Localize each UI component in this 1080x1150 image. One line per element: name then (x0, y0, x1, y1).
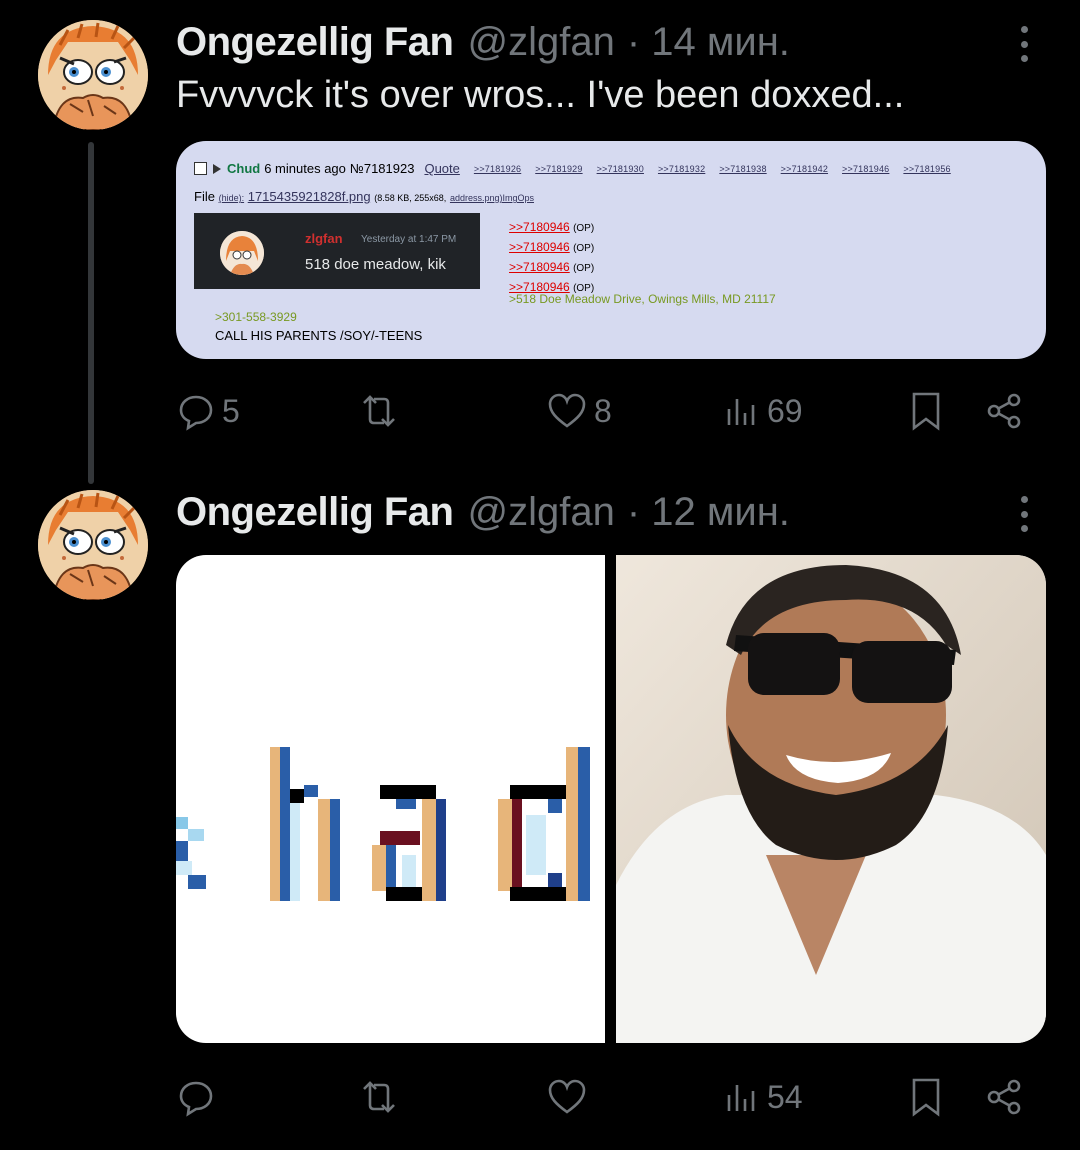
like-icon (548, 1079, 586, 1114)
post-menu-triangle-icon (213, 163, 221, 174)
post-checkbox (194, 162, 207, 175)
more-icon[interactable] (1010, 24, 1038, 64)
chan-file-links: address.png)ImgOps (449, 193, 534, 203)
chan-file-thumbnail: zlgfan Yesterday at 1:47 PM 518 doe mead… (194, 213, 480, 289)
chan-backlink: >>7181930 (596, 163, 644, 174)
thumbnail-message: 518 doe meadow, kik (305, 256, 446, 273)
repost-icon (363, 395, 395, 427)
bookmark-button[interactable] (906, 1072, 946, 1122)
like-button[interactable] (546, 1072, 594, 1122)
share-button[interactable] (984, 386, 1024, 436)
thumbnail-username: zlgfan (305, 231, 343, 246)
reply-button[interactable] (176, 1072, 222, 1122)
tweet-text: Fvvvvck it's over wros... I've been doxx… (176, 74, 905, 116)
avatar[interactable] (38, 490, 148, 600)
thumbnail-avatar (220, 231, 264, 275)
portrait-photo-image (616, 555, 1046, 1043)
author-handle[interactable]: @zlgfan (467, 20, 614, 65)
repost-button[interactable] (356, 386, 408, 436)
chan-backlink: >>7181932 (657, 163, 706, 174)
tweet-image-photo[interactable] (616, 555, 1046, 1043)
op-label: (OP) (573, 243, 595, 254)
tweet-header: Ongezellig Fan @zlgfan · 12 мин. (176, 490, 790, 540)
views-count: 54 (767, 1078, 803, 1115)
tweet-media-grid (176, 555, 1046, 1043)
chan-file-meta: (8.58 KB, 255x68, (374, 193, 447, 203)
reply-button[interactable]: 5 (176, 386, 240, 436)
chan-post-header: Chud 6 minutes ago №7181923 Quote >>7181… (194, 161, 951, 176)
chan-backlink: >>7181942 (780, 163, 829, 174)
chan-quote-ref: >>7180946 (509, 220, 570, 234)
reply-icon (179, 1081, 213, 1117)
share-icon (987, 393, 1021, 429)
tweet-image-pixel-text[interactable] (176, 555, 605, 1043)
tweet-header: Ongezellig Fan @zlgfan · 14 мин. (176, 20, 790, 70)
chan-backlink: >>7181956 (903, 163, 951, 174)
more-icon[interactable] (1010, 494, 1038, 534)
views-button[interactable]: 69 (721, 386, 803, 436)
views-icon (727, 399, 755, 425)
reply-count: 5 (222, 392, 240, 429)
tweet-timestamp[interactable]: · 14 мин. (627, 20, 790, 65)
avatar-cartoon-image (38, 20, 148, 130)
author-name[interactable]: Ongezellig Fan (176, 20, 454, 65)
chan-greentext-phone: >301-558-3929 (215, 310, 297, 324)
chan-post-time: 6 minutes ago (264, 161, 346, 176)
op-label: (OP) (573, 223, 595, 234)
tweet-actions: 54 (176, 1072, 1046, 1122)
share-icon (987, 1079, 1021, 1115)
chan-file-info: File (hide): 1715435921828f.png (8.58 KB… (194, 189, 534, 204)
chan-file-name: 1715435921828f.png (247, 189, 371, 204)
chan-post-number: №7181923 (349, 161, 415, 176)
reply-icon (179, 395, 213, 431)
chan-quote-link: Quote (424, 161, 460, 176)
chan-quote-ref: >>7180946 (509, 240, 570, 254)
thumbnail-time: Yesterday at 1:47 PM (361, 234, 457, 245)
author-name[interactable]: Ongezellig Fan (176, 490, 454, 535)
bookmark-button[interactable] (906, 386, 946, 436)
author-handle[interactable]: @zlgfan (467, 490, 614, 535)
chan-quote-ref: >>7180946 (509, 260, 570, 274)
chan-poster-name: Chud (227, 161, 261, 176)
like-icon (548, 393, 586, 428)
chan-backlink: >>7181929 (535, 163, 583, 174)
tweet-actions: 5 8 69 (176, 386, 1046, 436)
share-button[interactable] (984, 1072, 1024, 1122)
chan-backlink: >>7181938 (719, 163, 767, 174)
tweet-timestamp[interactable]: · 12 мин. (627, 490, 790, 535)
pixelated-text-image (176, 747, 590, 901)
chan-post-body: CALL HIS PARENTS /SOY/-TEENS (215, 328, 423, 343)
like-count: 8 (594, 392, 612, 429)
avatar[interactable] (38, 20, 148, 130)
chan-file-label: File (194, 189, 215, 204)
repost-icon (363, 1081, 395, 1113)
chan-backlink: >>7181946 (842, 163, 890, 174)
repost-button[interactable] (356, 1072, 408, 1122)
chan-quote-list: >>7180946 (OP) >>7180946 (OP) >>7180946 … (509, 218, 594, 298)
views-count: 69 (767, 392, 803, 429)
chan-backlink: >>7181926 (473, 163, 522, 174)
chan-hide-link: (hide): (218, 193, 245, 203)
op-label: (OP) (573, 263, 595, 274)
views-button[interactable]: 54 (721, 1072, 803, 1122)
chan-greentext-address: >518 Doe Meadow Drive, Owings Mills, MD … (509, 292, 776, 306)
bookmark-icon (912, 1078, 940, 1117)
views-icon (727, 1085, 755, 1111)
bookmark-icon (912, 392, 940, 431)
tweet-media-screenshot[interactable]: Chud 6 minutes ago №7181923 Quote >>7181… (176, 141, 1046, 359)
thread-connector-line (88, 142, 94, 484)
avatar-cartoon-image (38, 490, 148, 600)
like-button[interactable]: 8 (546, 386, 612, 436)
